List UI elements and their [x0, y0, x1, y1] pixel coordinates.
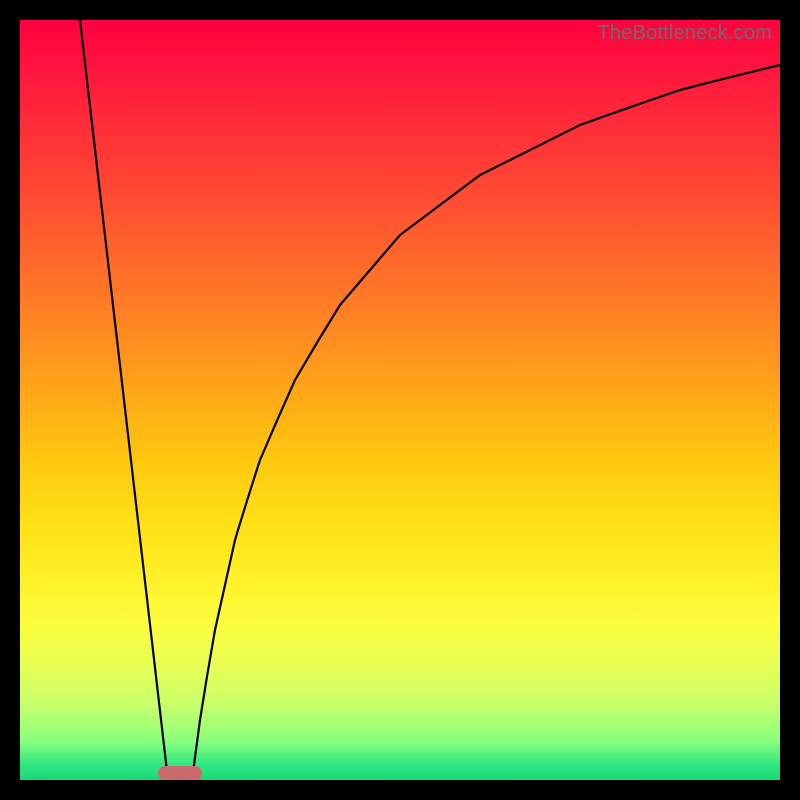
- chart-curves: [20, 20, 780, 780]
- chart-plot-area: TheBottleneck.com: [20, 20, 780, 780]
- right-curve-smooth: [192, 65, 780, 780]
- bottleneck-marker: [158, 766, 202, 780]
- left-line: [80, 20, 168, 780]
